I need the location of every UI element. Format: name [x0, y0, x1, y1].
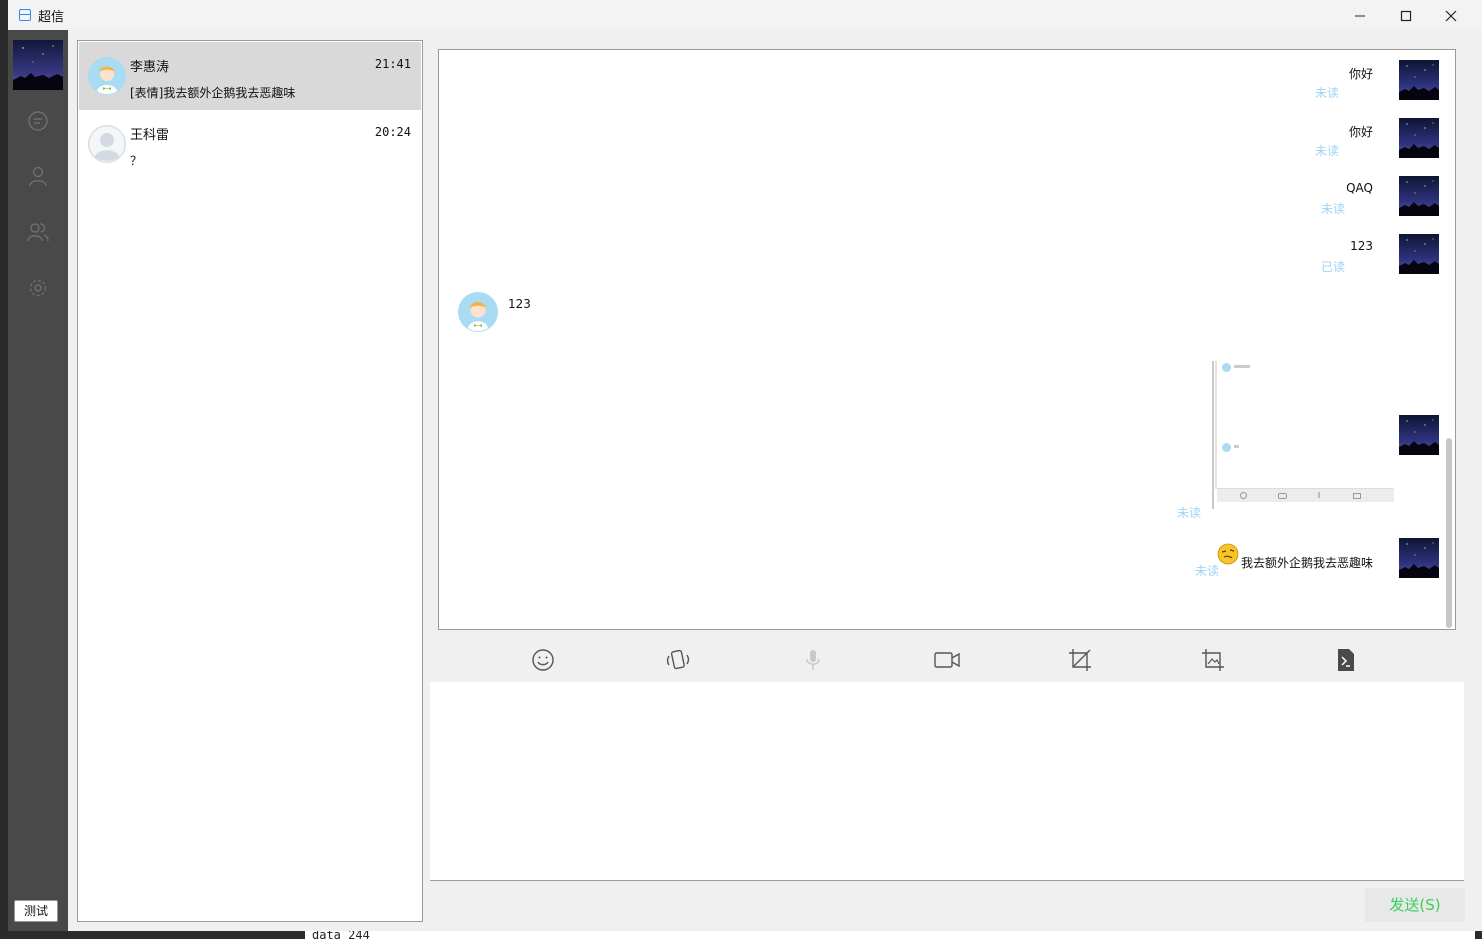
- emoji-icon: [1217, 543, 1239, 565]
- message-bubble: 123: [1350, 239, 1373, 253]
- my-avatar: [1399, 118, 1439, 158]
- contact-name: 李惠涛: [130, 60, 170, 75]
- contact-avatar: [88, 57, 126, 95]
- settings-icon[interactable]: [27, 277, 49, 299]
- app-icon: [19, 9, 31, 21]
- my-avatar: [1399, 60, 1439, 100]
- close-button[interactable]: [1428, 0, 1474, 30]
- message-bubble: 我去额外企鹅我去恶趣味: [1240, 556, 1373, 570]
- input-toolbar: [430, 638, 1464, 682]
- scrollbar-thumb[interactable]: [1446, 438, 1452, 628]
- read-status: 未读: [1314, 86, 1339, 100]
- microphone-icon[interactable]: [799, 646, 827, 674]
- message-scrollbar[interactable]: [1444, 53, 1454, 628]
- minimize-icon: [1355, 15, 1365, 16]
- file-icon[interactable]: [1331, 646, 1359, 674]
- my-avatar: [1399, 176, 1439, 216]
- background-strip: [0, 0, 8, 939]
- message-bubble: QAQ: [1346, 181, 1373, 195]
- my-avatar: [1399, 538, 1439, 578]
- read-status: 未读: [1314, 144, 1339, 158]
- message-time: 21:41: [374, 57, 411, 71]
- last-message: [表情]我去额外企鹅我去恶趣味: [130, 86, 296, 100]
- window-title: 超信: [38, 10, 65, 25]
- test-button[interactable]: 测试: [14, 900, 58, 922]
- chat-icon[interactable]: [27, 110, 49, 132]
- read-status: 已读: [1320, 260, 1345, 274]
- screenshot-icon[interactable]: [1199, 646, 1227, 674]
- message-area: 你好 未读 你好 未读 QAQ 未读 123 已读 123 未读 我去额外企鹅我…: [438, 49, 1456, 630]
- read-status: 未读: [1176, 506, 1201, 520]
- title-bar: 超信: [8, 0, 1482, 30]
- maximize-button[interactable]: [1383, 0, 1429, 30]
- chat-list: 李惠涛 21:41 [表情]我去额外企鹅我去恶趣味 王科雷 20:24 ？: [77, 40, 423, 922]
- message-bubble: 你好: [1348, 67, 1373, 81]
- message-bubble: 你好: [1348, 125, 1373, 139]
- my-avatar: [1399, 415, 1439, 455]
- read-status: 未读: [1194, 564, 1219, 578]
- group-icon[interactable]: [27, 221, 49, 243]
- shake-icon[interactable]: [664, 646, 692, 674]
- crop-icon[interactable]: [1066, 646, 1094, 674]
- app-window: 超信 测试 李惠涛 21:41 [表情]我去额外企鹅我去恶趣味 王科雷 20:2…: [8, 0, 1482, 931]
- chat-list-item[interactable]: 王科雷 20:24 ？: [79, 110, 421, 178]
- user-avatar[interactable]: [13, 40, 63, 90]
- message-bubble: 123: [508, 297, 531, 311]
- image-message[interactable]: [1212, 361, 1394, 509]
- contact-avatar: [88, 125, 126, 163]
- close-icon: [1445, 10, 1457, 21]
- minimize-button[interactable]: [1337, 0, 1383, 30]
- message-time: 20:24: [374, 125, 411, 139]
- contact-name: 王科雷: [130, 128, 170, 143]
- sidebar: 测试: [8, 30, 68, 931]
- maximize-icon: [1400, 10, 1412, 21]
- video-icon[interactable]: [933, 646, 961, 674]
- my-avatar: [1399, 234, 1439, 274]
- send-button[interactable]: 发送(S): [1365, 888, 1465, 922]
- last-message: ？: [130, 154, 143, 168]
- contact-icon[interactable]: [27, 165, 49, 187]
- read-status: 未读: [1320, 202, 1345, 216]
- chat-list-item[interactable]: 李惠涛 21:41 [表情]我去额外企鹅我去恶趣味: [79, 42, 421, 110]
- emoji-button[interactable]: [529, 646, 557, 674]
- message-input[interactable]: [430, 682, 1464, 881]
- contact-avatar: [458, 292, 498, 332]
